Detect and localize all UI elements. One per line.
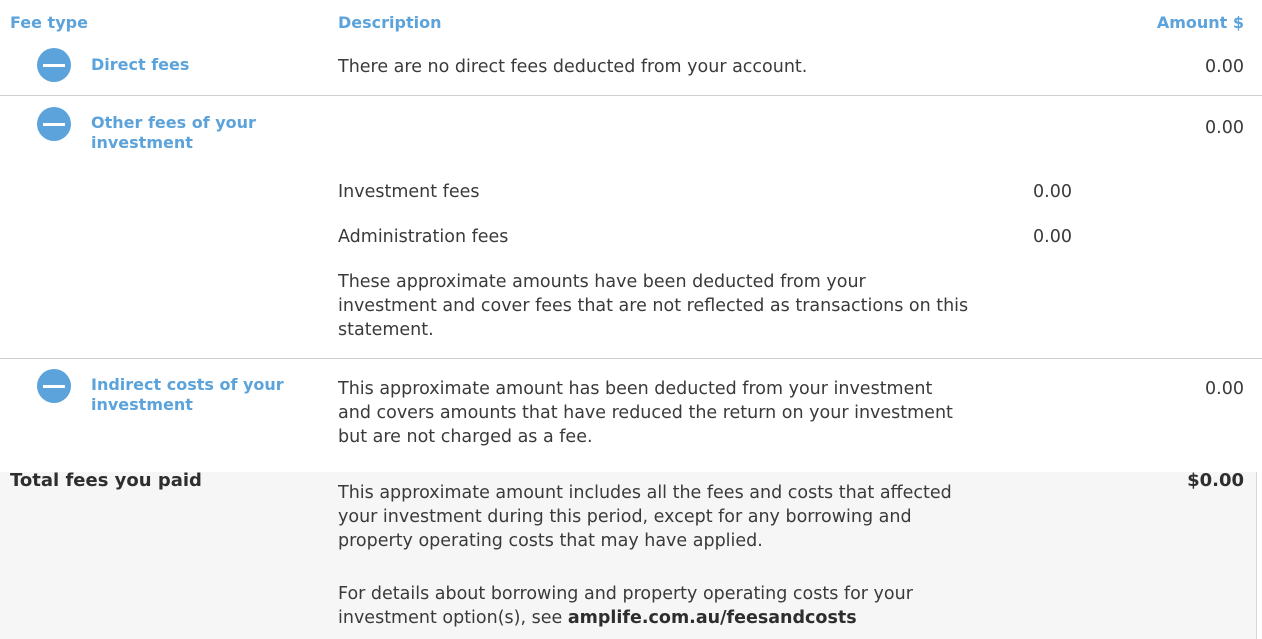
total-details: For details about borrowing and property… <box>338 582 913 630</box>
total-details-prefix: investment option(s), see <box>338 608 568 628</box>
total-desc-line3: property operating costs that may have a… <box>338 531 763 551</box>
other-fees-note-line3: statement. <box>338 320 434 340</box>
investment-fees-amount: 0.00 <box>1033 182 1072 202</box>
indirect-costs-desc-line1: This approximate amount has been deducte… <box>338 379 933 399</box>
indirect-costs-desc-line2: and covers amounts that have reduced the… <box>338 403 953 423</box>
other-fees-amount: 0.00 <box>1205 118 1244 138</box>
header-fee-type: Fee type <box>10 13 88 32</box>
total-fees-amount: $0.00 <box>1187 470 1244 491</box>
direct-fees-label: Direct fees <box>91 55 190 74</box>
divider <box>0 358 1262 359</box>
total-details-line1: For details about borrowing and property… <box>338 584 913 604</box>
other-fees-note: These approximate amounts have been dedu… <box>338 270 968 342</box>
header-description: Description <box>338 13 442 32</box>
minus-circle-icon[interactable] <box>37 107 71 141</box>
indirect-costs-label-line2: investment <box>91 395 193 414</box>
indirect-costs-label: Indirect costs of your investment <box>91 375 291 415</box>
header-amount: Amount $ <box>1156 13 1244 32</box>
divider <box>0 95 1262 96</box>
administration-fees-label: Administration fees <box>338 227 509 247</box>
indirect-costs-description: This approximate amount has been deducte… <box>338 377 953 449</box>
indirect-costs-amount: 0.00 <box>1205 379 1244 399</box>
other-fees-note-line1: These approximate amounts have been dedu… <box>338 272 866 292</box>
minus-circle-icon[interactable] <box>37 48 71 82</box>
minus-circle-icon[interactable] <box>37 369 71 403</box>
direct-fees-description: There are no direct fees deducted from y… <box>338 57 808 77</box>
fees-and-costs-link[interactable]: amplife.com.au/feesandcosts <box>568 608 857 628</box>
total-details-line2: investment option(s), see amplife.com.au… <box>338 606 913 630</box>
other-fees-note-line2: investment and cover fees that are not r… <box>338 296 969 316</box>
direct-fees-amount: 0.00 <box>1205 57 1244 77</box>
total-description: This approximate amount includes all the… <box>338 481 952 553</box>
total-fees-label: Total fees you paid <box>10 470 202 491</box>
other-fees-label-line1: Other fees of your <box>91 113 256 132</box>
indirect-costs-label-line1: Indirect costs of your <box>91 375 284 394</box>
other-fees-label: Other fees of your investment <box>91 113 291 153</box>
total-section-edge <box>1256 472 1257 639</box>
administration-fees-amount: 0.00 <box>1033 227 1072 247</box>
total-desc-line1: This approximate amount includes all the… <box>338 483 952 503</box>
total-desc-line2: your investment during this period, exce… <box>338 507 912 527</box>
other-fees-label-line2: investment <box>91 133 193 152</box>
investment-fees-label: Investment fees <box>338 182 480 202</box>
indirect-costs-desc-line3: but are not charged as a fee. <box>338 427 593 447</box>
